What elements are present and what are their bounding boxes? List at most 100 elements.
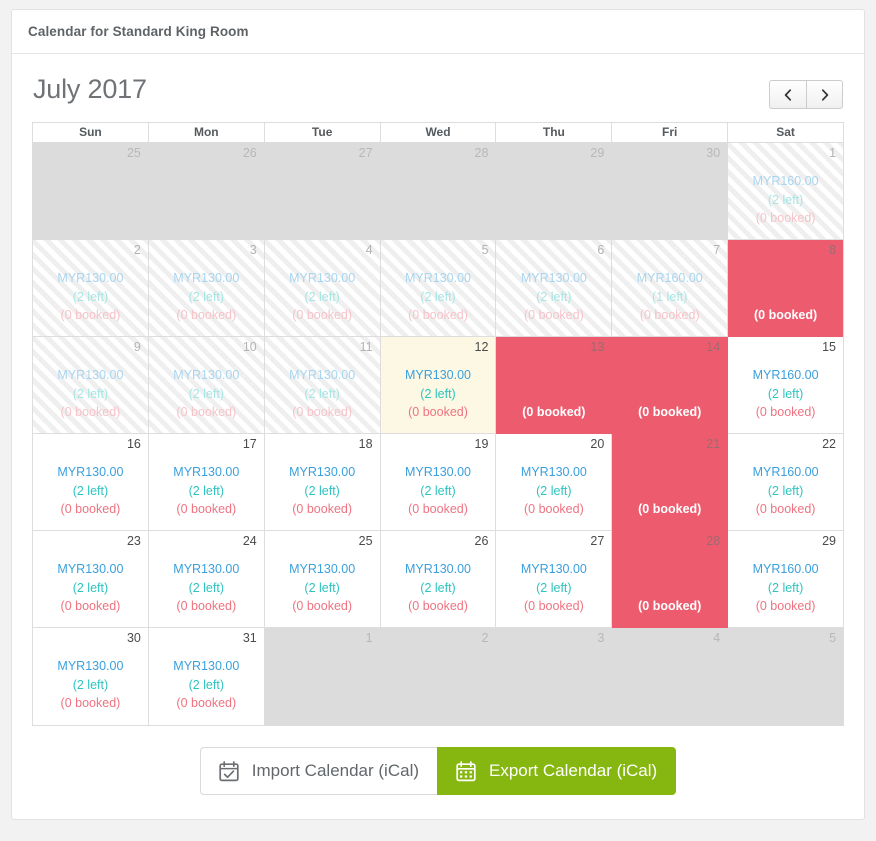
day-number: 27 <box>590 534 605 548</box>
day-details: MYR130.00 (2 left) (0 booked) <box>381 366 496 422</box>
day-price: MYR130.00 <box>289 562 356 576</box>
calendar-day-cell[interactable]: 25 MYR130.00 (2 left) (0 booked) <box>264 531 381 628</box>
calendar-day-cell: 27 <box>264 143 381 240</box>
calendar-day-cell[interactable]: 18 MYR130.00 (2 left) (0 booked) <box>264 434 381 531</box>
day-booked-count: (0 booked) <box>755 211 816 225</box>
calendar-day-cell[interactable]: 9 MYR130.00 (2 left) (0 booked) <box>33 337 149 434</box>
calendar-day-cell[interactable]: 16 MYR130.00 (2 left) (0 booked) <box>33 434 149 531</box>
day-price: MYR130.00 <box>405 271 472 285</box>
calendar-day-cell[interactable]: 31 MYR130.00 (2 left) (0 booked) <box>148 628 265 725</box>
panel-body: July 2017 Sun Mon Tue Wed Thu Fri Sat 25… <box>12 54 864 819</box>
next-month-button[interactable] <box>806 80 843 109</box>
day-availability: (2 left) <box>188 289 224 304</box>
day-number: 3 <box>249 243 257 257</box>
prev-month-button[interactable] <box>769 80 806 109</box>
day-availability: (2 left) <box>420 289 456 304</box>
day-number: 20 <box>590 437 605 451</box>
day-number: 10 <box>242 340 257 354</box>
day-booked-count: (0 booked) <box>638 502 702 516</box>
calendar-day-cell[interactable]: 6 MYR130.00 (2 left) (0 booked) <box>496 240 613 337</box>
calendar-day-cell[interactable]: 3 MYR130.00 (2 left) (0 booked) <box>148 240 265 337</box>
calendar-week-row: 9 MYR130.00 (2 left) (0 booked) 10 MYR130.00(… <box>33 337 844 434</box>
calendar-day-cell[interactable]: 30 MYR130.00 (2 left) (0 booked) <box>33 628 149 725</box>
calendar-page: Calendar for Standard King Room July 201… <box>0 0 876 841</box>
day-details: MYR160.00 (2 left) (0 booked) <box>728 172 843 228</box>
calendar-day-cell[interactable]: 20 MYR130.00 (2 left) (0 booked) <box>496 434 613 531</box>
calendar-day-cell[interactable]: 12 MYR130.00 (2 left) (0 booked) <box>380 337 497 434</box>
day-price: MYR130.00 <box>520 465 587 479</box>
day-number: 5 <box>481 243 489 257</box>
day-number: 18 <box>358 437 373 451</box>
day-availability: (2 left) <box>188 580 224 595</box>
day-number: 22 <box>822 437 837 451</box>
day-booked-count: (0 booked) <box>755 502 816 516</box>
day-booked-count: (0 booked) <box>638 599 702 613</box>
day-booked-count: (0 booked) <box>176 308 237 322</box>
day-number: 1 <box>365 631 373 645</box>
calendar-day-cell[interactable]: 13 (0 booked) <box>496 337 613 434</box>
calendar-day-cell[interactable]: 28 (0 booked) <box>612 531 729 628</box>
day-booked-count: (0 booked) <box>60 599 121 613</box>
day-booked-count: (0 booked) <box>755 405 816 419</box>
day-number: 9 <box>133 340 141 354</box>
calendar-day-cell[interactable]: 14 (0 booked) <box>612 337 729 434</box>
calendar-day-cell[interactable]: 11 MYR130.00 (2 left) (0 booked) <box>264 337 381 434</box>
day-booked-count: (0 booked) <box>292 502 353 516</box>
export-calendar-button[interactable]: Export Calendar (iCal) <box>437 747 677 795</box>
day-details: MYR130.00 (2 left) (0 booked) <box>381 560 496 616</box>
day-number: 5 <box>829 631 837 645</box>
day-price: MYR130.00 <box>289 465 356 479</box>
calendar-day-cell[interactable]: 1 MYR160.00 (2 left) (0 booked) <box>728 143 844 240</box>
calendar-day-cell[interactable]: 7 MYR160.00 (1 left) (0 booked) <box>612 240 729 337</box>
calendar-day-cell[interactable]: 29 MYR160.00 (2 left) (0 booked) <box>728 531 844 628</box>
day-number: 11 <box>359 340 373 354</box>
calendar-day-cell[interactable]: 17 MYR130.00 (2 left) (0 booked) <box>148 434 265 531</box>
day-number: 3 <box>597 631 605 645</box>
day-availability: (2 left) <box>72 386 109 401</box>
day-details: MYR130.00 (2 left) (0 booked) <box>33 366 148 422</box>
day-number: 25 <box>358 534 373 548</box>
day-availability: (2 left) <box>304 483 340 498</box>
day-price: MYR130.00 <box>173 562 240 576</box>
day-number: 30 <box>706 146 721 160</box>
calendar-day-cell[interactable]: 27 MYR130.00 (2 left) (0 booked) <box>496 531 613 628</box>
day-number: 24 <box>242 534 257 548</box>
calendar-day-cell[interactable]: 5 MYR130.00 (2 left) (0 booked) <box>380 240 497 337</box>
day-number: 28 <box>474 146 489 160</box>
calendar-day-cell[interactable]: 2 MYR130.00 (2 left) (0 booked) <box>33 240 149 337</box>
day-details: MYR130.00 (2 left) (0 booked) <box>33 269 148 325</box>
weekday-header-mon: Mon <box>148 123 265 143</box>
import-calendar-button[interactable]: Import Calendar (iCal) <box>199 747 438 795</box>
calendar-day-cell[interactable]: 19 MYR130.00 (2 left) (0 booked) <box>380 434 497 531</box>
calendar-day-cell[interactable]: 4 MYR130.00 (2 left) (0 booked) <box>264 240 381 337</box>
day-details: (0 booked) <box>728 306 843 325</box>
day-details: (0 booked) <box>612 597 727 616</box>
day-number: 15 <box>822 340 837 354</box>
day-number: 12 <box>474 340 489 354</box>
weekday-header-tue: Tue <box>264 123 381 143</box>
weekday-header-wed: Wed <box>380 123 497 143</box>
day-price: MYR160.00 <box>636 271 703 285</box>
day-availability: (2 left) <box>767 192 804 207</box>
calendar-day-cell[interactable]: 22 MYR160.00 (2 left) (0 booked) <box>728 434 844 531</box>
day-details: MYR130.00 (2 left) (0 booked) <box>149 560 264 616</box>
day-availability: (2 left) <box>188 386 224 401</box>
calendar-day-cell[interactable]: 21 (0 booked) <box>612 434 729 531</box>
calendar-day-cell[interactable]: 10 MYR130.00 (2 left) (0 booked) <box>148 337 265 434</box>
day-details: MYR130.00 (2 left) (0 booked) <box>265 269 380 325</box>
day-booked-count: (0 booked) <box>755 599 816 613</box>
day-availability: (2 left) <box>536 289 572 304</box>
calendar-day-cell[interactable]: 24 MYR130.00 (2 left) (0 booked) <box>148 531 265 628</box>
calendar-day-cell: 29 <box>496 143 613 240</box>
day-details: MYR130.00 (2 left) (0 booked) <box>496 269 611 325</box>
day-number: 14 <box>706 340 721 354</box>
calendar-day-cell[interactable]: 23 MYR130.00 (2 left) (0 booked) <box>33 531 149 628</box>
day-availability: (2 left) <box>536 483 572 498</box>
import-calendar-label: Import Calendar (iCal) <box>251 761 420 780</box>
calendar-day-cell[interactable]: 15 MYR160.00 (2 left) (0 booked) <box>728 337 844 434</box>
day-price: MYR130.00 <box>520 271 587 285</box>
day-number: 29 <box>822 534 837 548</box>
day-price: MYR130.00 <box>57 465 124 479</box>
calendar-day-cell[interactable]: 8 (0 booked) <box>728 240 844 337</box>
calendar-day-cell[interactable]: 26 MYR130.00 (2 left) (0 booked) <box>380 531 497 628</box>
